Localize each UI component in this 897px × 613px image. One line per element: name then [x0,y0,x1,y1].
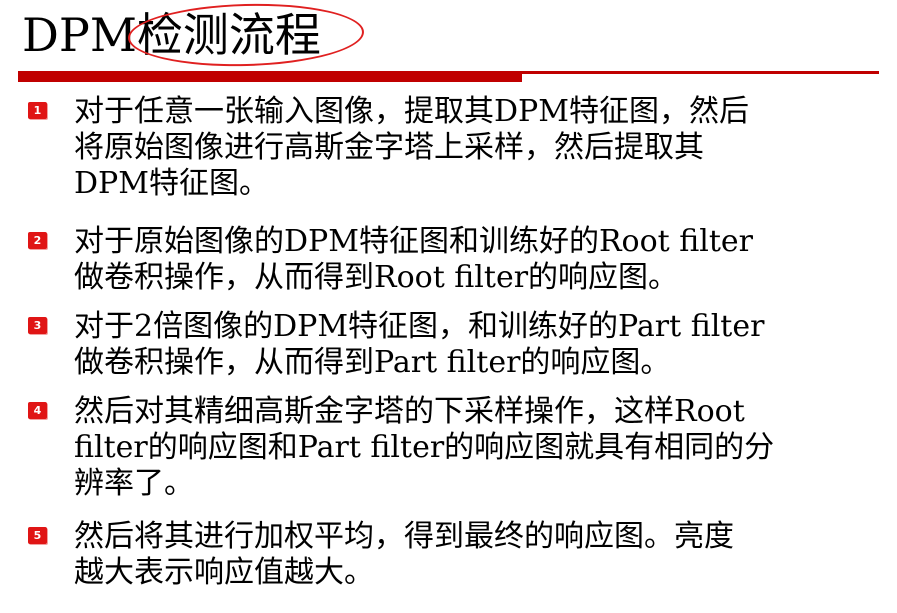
title-accent-bar [18,71,522,82]
bullet-text: 然后对其精细高斯金字塔的下采样操作，这样Root filter的响应图和Part… [74,394,775,501]
slide-title: DPM检测流程 [22,8,321,62]
number-badge-icon: 5 [28,527,47,544]
number-badge-icon: 3 [28,317,47,334]
number-badge-icon: 1 [28,102,47,119]
bullet-text: 对于原始图像的DPM特征图和训练好的Root filter 做卷积操作，从而得到… [74,224,754,295]
bullet-text: 对于任意一张输入图像，提取其DPM特征图，然后 将原始图像进行高斯金字塔上采样，… [74,94,749,201]
bullet-text: 对于2倍图像的DPM特征图，和训练好的Part filter 做卷积操作，从而得… [74,309,765,380]
number-badge-icon: 2 [28,232,47,249]
bullet-text: 然后将其进行加权平均，得到最终的响应图。亮度 越大表示响应值越大。 [74,519,734,590]
number-badge-icon: 4 [28,402,47,419]
